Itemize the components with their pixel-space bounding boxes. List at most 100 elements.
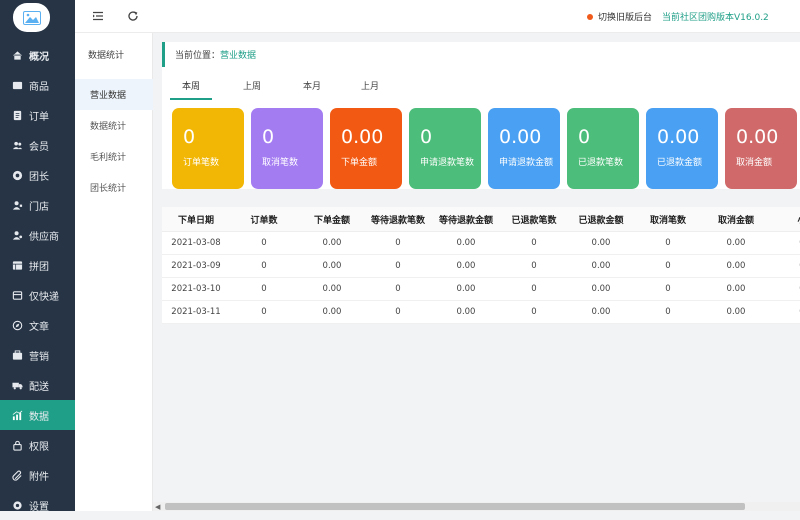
- group-buy-icon: [11, 259, 23, 271]
- stat-card-value: 0: [420, 126, 433, 148]
- stat-card-label: 下单金额: [341, 158, 378, 168]
- stat-card: 0 申请退款笔数: [409, 108, 481, 189]
- table-cell: 0: [395, 284, 401, 294]
- stat-card-value: 0.00: [736, 126, 779, 148]
- sidebar-item-label: 会员: [29, 141, 49, 153]
- stat-card-value: 0: [183, 126, 196, 148]
- collapse-menu-button[interactable]: [92, 10, 104, 22]
- stat-card-label: 申请退款金额: [499, 158, 554, 168]
- logo[interactable]: [13, 3, 50, 32]
- refresh-icon: [128, 11, 138, 21]
- column-header[interactable]: 等待退款笔数: [363, 207, 433, 231]
- stat-card-label: 已退款金额: [657, 158, 703, 168]
- horizontal-scrollbar[interactable]: ◀: [153, 502, 800, 511]
- table-cell: 0.00: [456, 307, 476, 317]
- stat-card: 0 取消笔数: [251, 108, 323, 189]
- main-sidebar: 概况 商品 订单 会员 团长 门店 供应商 拼团 仅快递 文章 营销 配送 数据 权限 附件 设置: [0, 0, 75, 513]
- table-cell: 2021-03-11: [171, 307, 221, 317]
- table-cell: 0.00: [591, 238, 611, 248]
- sidebar-item-label: 营销: [29, 351, 49, 363]
- switch-old-admin-link[interactable]: 切换旧版后台: [587, 10, 652, 23]
- sidebar-item-14[interactable]: 附件: [0, 460, 75, 490]
- subnav-item-0[interactable]: 营业数据: [75, 79, 153, 110]
- stat-card-label: 订单笔数: [183, 158, 220, 168]
- table-cell: 0.00: [726, 284, 746, 294]
- sidebar-item-8[interactable]: 仅快递: [0, 280, 75, 310]
- sidebar-item-7[interactable]: 拼团: [0, 250, 75, 280]
- table-cell: 0: [665, 261, 671, 271]
- store-icon: [11, 199, 23, 211]
- stat-card-label: 取消笔数: [262, 158, 299, 168]
- stat-card: 0.00 取消金额: [725, 108, 797, 189]
- sidebar-item-0[interactable]: 概况: [0, 40, 75, 70]
- table-cell: 0.00: [726, 238, 746, 248]
- marketing-icon: [11, 349, 23, 361]
- stat-card: 0 已退款笔数: [567, 108, 639, 189]
- scrollbar-thumb[interactable]: [165, 503, 745, 510]
- scroll-left-icon[interactable]: ◀: [155, 503, 160, 511]
- table-cell: 0: [665, 284, 671, 294]
- home-icon: [11, 49, 23, 61]
- attachment-icon: [11, 469, 23, 481]
- sidebar-item-3[interactable]: 会员: [0, 130, 75, 160]
- refresh-button[interactable]: [127, 10, 139, 22]
- sidebar-item-4[interactable]: 团长: [0, 160, 75, 190]
- table-cell: 0.00: [322, 284, 342, 294]
- table-cell: 2021-03-10: [171, 284, 221, 294]
- tab-0[interactable]: 本周: [170, 79, 212, 100]
- table-cell: 0.00: [322, 238, 342, 248]
- column-header[interactable]: 下单金额: [297, 207, 367, 231]
- sidebar-item-2[interactable]: 订单: [0, 100, 75, 130]
- order-icon: [11, 109, 23, 121]
- column-header[interactable]: 已退款金额: [566, 207, 636, 231]
- table-cell: 0.00: [726, 261, 746, 271]
- table-cell: 0: [767, 232, 800, 254]
- stat-card-value: 0: [262, 126, 275, 148]
- table-cell: 0.00: [322, 261, 342, 271]
- table-cell: 0.00: [726, 307, 746, 317]
- stat-card-label: 取消金额: [736, 158, 773, 168]
- sidebar-item-15[interactable]: 设置: [0, 490, 75, 520]
- column-header[interactable]: 取消笔数: [633, 207, 703, 231]
- breadcrumb-current[interactable]: 营业数据: [220, 48, 256, 61]
- stat-card: 0.00 下单金额: [330, 108, 402, 189]
- table-header: 下单日期 订单数 下单金额 等待退款笔数 等待退款金额 已退款笔数 已退款金额 取消笔数 取消金…: [162, 207, 800, 232]
- breadcrumb-prefix: 当前位置：: [175, 51, 221, 61]
- column-header[interactable]: 已退款笔数: [499, 207, 569, 231]
- data-chart-icon: [11, 409, 23, 421]
- column-header[interactable]: 取消金额: [701, 207, 771, 231]
- sidebar-item-5[interactable]: 门店: [0, 190, 75, 220]
- tab-2[interactable]: 本月: [291, 79, 333, 100]
- table-cell: 0.00: [591, 307, 611, 317]
- main-content: 当前位置： 营业数据 本周 上周 本月 上月 0 订单笔数 0 取消笔数 0.00 下单金额 0 申…: [153, 33, 800, 511]
- tab-1[interactable]: 上周: [231, 79, 273, 100]
- sidebar-item-label: 订单: [29, 111, 49, 123]
- sidebar-item-6[interactable]: 供应商: [0, 220, 75, 250]
- column-header[interactable]: 订单数: [229, 207, 299, 231]
- sidebar-item-label: 拼团: [29, 261, 49, 273]
- sidebar-item-1[interactable]: 商品: [0, 70, 75, 100]
- article-icon: [11, 319, 23, 331]
- column-header[interactable]: 小: [767, 207, 800, 231]
- column-header[interactable]: 下单日期: [161, 207, 231, 231]
- sidebar-item-label: 概况: [29, 51, 49, 63]
- subnav-item-2[interactable]: 毛利统计: [75, 141, 153, 172]
- table-cell: 0: [261, 238, 267, 248]
- table-row: 2021-03-09 0 0.00 0 0.00 0 0.00 0 0.00 0: [162, 255, 800, 278]
- subnav-item-3[interactable]: 团长统计: [75, 172, 153, 203]
- permission-icon: [11, 439, 23, 451]
- table-cell: 0.00: [456, 238, 476, 248]
- sidebar-item-13[interactable]: 权限: [0, 430, 75, 460]
- subnav-item-1[interactable]: 数据统计: [75, 110, 153, 141]
- column-header[interactable]: 等待退款金额: [431, 207, 501, 231]
- sidebar-item-10[interactable]: 营销: [0, 340, 75, 370]
- delivery-icon: [11, 379, 23, 391]
- table-cell: 0.00: [456, 284, 476, 294]
- sidebar-item-12[interactable]: 数据: [0, 400, 75, 430]
- tab-3[interactable]: 上月: [349, 79, 391, 100]
- stat-card-label: 已退款笔数: [578, 158, 624, 168]
- sidebar-item-9[interactable]: 文章: [0, 310, 75, 340]
- express-icon: [11, 289, 23, 301]
- sidebar-item-11[interactable]: 配送: [0, 370, 75, 400]
- version-label[interactable]: 当前社区团购版本V16.0.2: [662, 10, 769, 23]
